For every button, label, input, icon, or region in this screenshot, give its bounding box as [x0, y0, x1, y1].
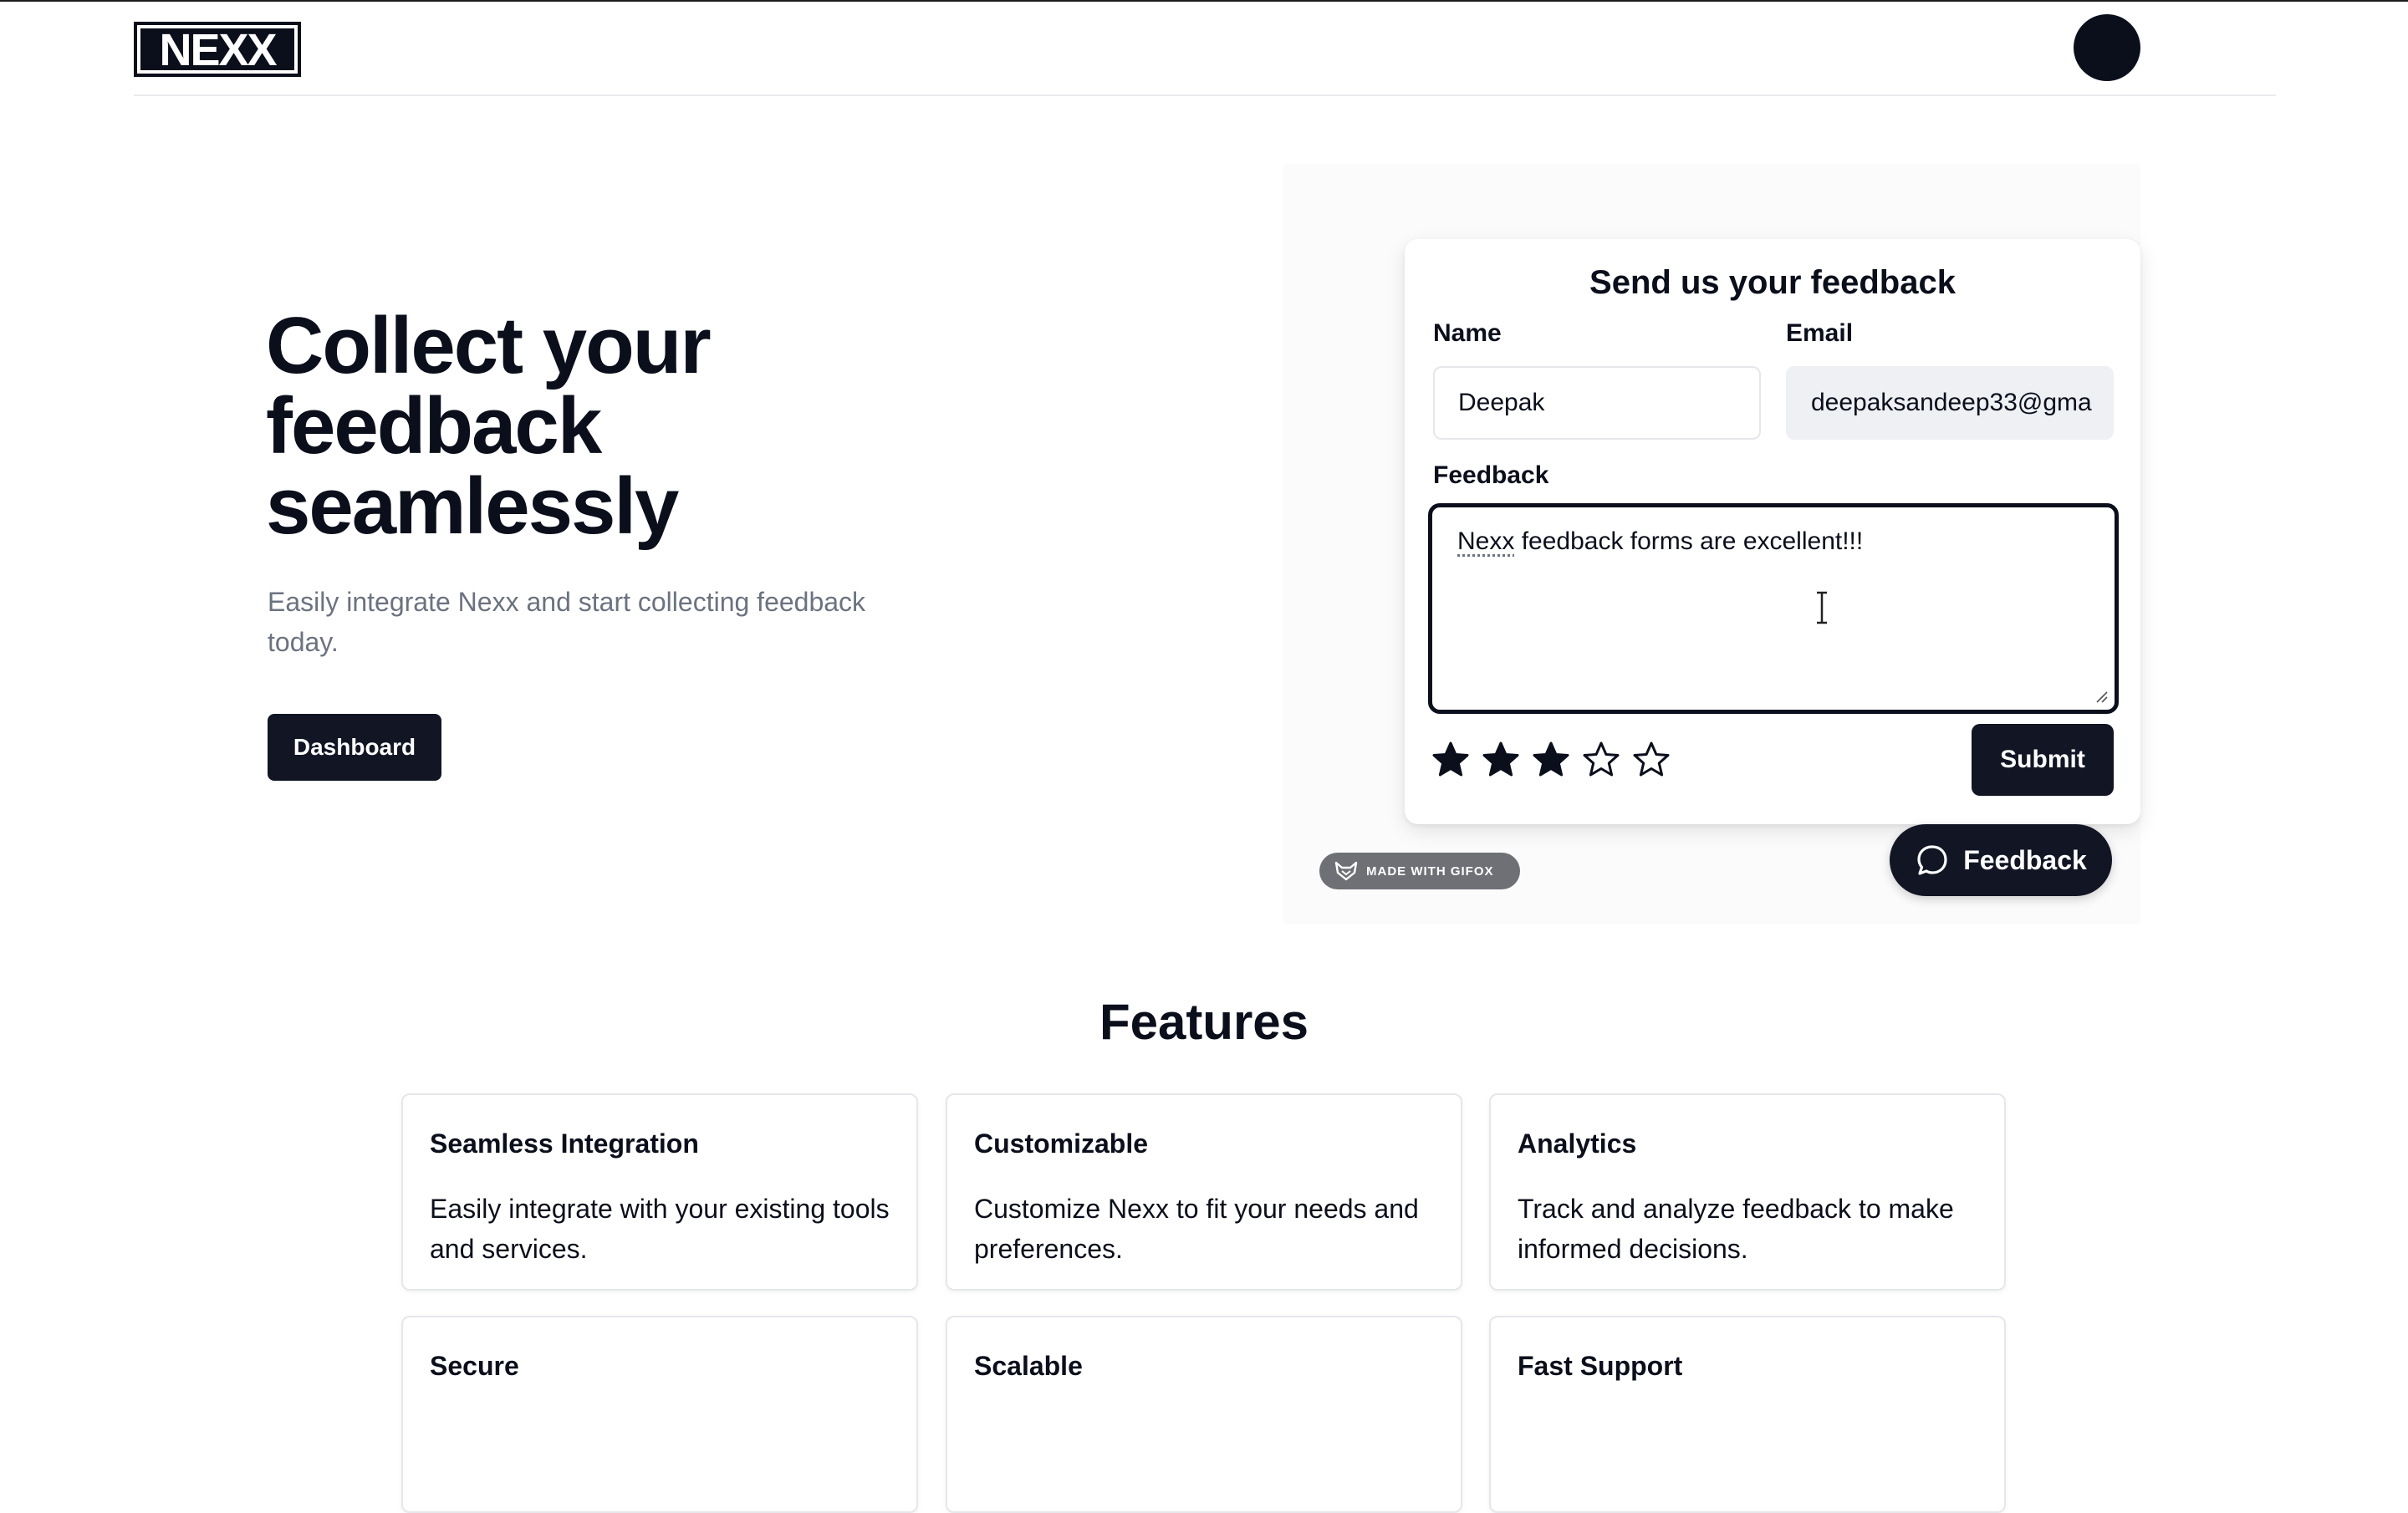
star-icon[interactable]: [1582, 741, 1620, 779]
feedback-label: Feedback: [1433, 461, 1549, 489]
gifox-label: MADE WITH GIFOX: [1366, 863, 1494, 879]
feature-card: Seamless Integration Easily integrate wi…: [401, 1093, 918, 1291]
feature-card: Secure: [401, 1316, 918, 1513]
feedback-text: feedback forms are excellent!!!: [1514, 527, 1864, 555]
feature-title: Customizable: [974, 1128, 1149, 1159]
email-input[interactable]: deepaksandeep33@gma: [1786, 366, 2114, 440]
star-icon[interactable]: [1632, 741, 1671, 779]
features-title: Features: [1099, 994, 1309, 1050]
ibeam-cursor-icon: [1817, 591, 1827, 624]
gifox-badge: MADE WITH GIFOX: [1319, 853, 1520, 889]
name-label: Name: [1433, 319, 1502, 347]
spellcheck-word: Nexx: [1457, 527, 1515, 555]
feature-title: Fast Support: [1518, 1351, 1683, 1381]
logo-text: NEXX: [159, 25, 277, 75]
feedback-form-card: Send us your feedback Name Deepak Email …: [1405, 239, 2140, 824]
star-rating[interactable]: [1431, 741, 1671, 782]
fox-icon: [1334, 861, 1358, 881]
hero-subtitle: Easily integrate Nexx and start collecti…: [268, 587, 866, 657]
feature-description: Customize Nexx to fit your needs and pre…: [974, 1194, 1419, 1264]
feature-description: Easily integrate with your existing tool…: [430, 1194, 890, 1264]
dashboard-button[interactable]: Dashboard: [268, 714, 441, 781]
feature-card: Customizable Customize Nexx to fit your …: [946, 1093, 1462, 1291]
nexx-logo-icon[interactable]: NEXX: [134, 22, 301, 77]
feature-title: Analytics: [1518, 1128, 1637, 1159]
form-title: Send us your feedback: [1589, 264, 1956, 301]
feedback-launcher-button[interactable]: Feedback: [1890, 824, 2112, 896]
star-icon[interactable]: [1532, 741, 1570, 779]
chat-bubble-icon: [1917, 845, 1947, 875]
name-input[interactable]: Deepak: [1433, 366, 1761, 440]
feature-card: Fast Support: [1489, 1316, 2006, 1513]
hero-title: Collect your feedback seamlessly: [266, 301, 712, 551]
star-icon[interactable]: [1482, 741, 1520, 779]
feature-card: Scalable: [946, 1316, 1462, 1513]
avatar[interactable]: [2074, 14, 2140, 81]
feature-title: Scalable: [974, 1351, 1083, 1381]
feedback-launcher-label: Feedback: [1963, 844, 2087, 875]
feature-title: Seamless Integration: [430, 1128, 699, 1159]
feature-title: Secure: [430, 1351, 519, 1381]
submit-button[interactable]: Submit: [1972, 724, 2114, 796]
site-header: [134, 2, 2276, 96]
feature-description: Track and analyze feedback to make infor…: [1518, 1194, 1954, 1264]
feedback-textarea[interactable]: Nexx feedback forms are excellent!!!: [1428, 503, 2119, 714]
email-label: Email: [1786, 319, 1854, 347]
resize-handle-icon[interactable]: [2093, 688, 2108, 703]
star-icon[interactable]: [1431, 741, 1470, 779]
feature-card: Analytics Track and analyze feedback to …: [1489, 1093, 2006, 1291]
